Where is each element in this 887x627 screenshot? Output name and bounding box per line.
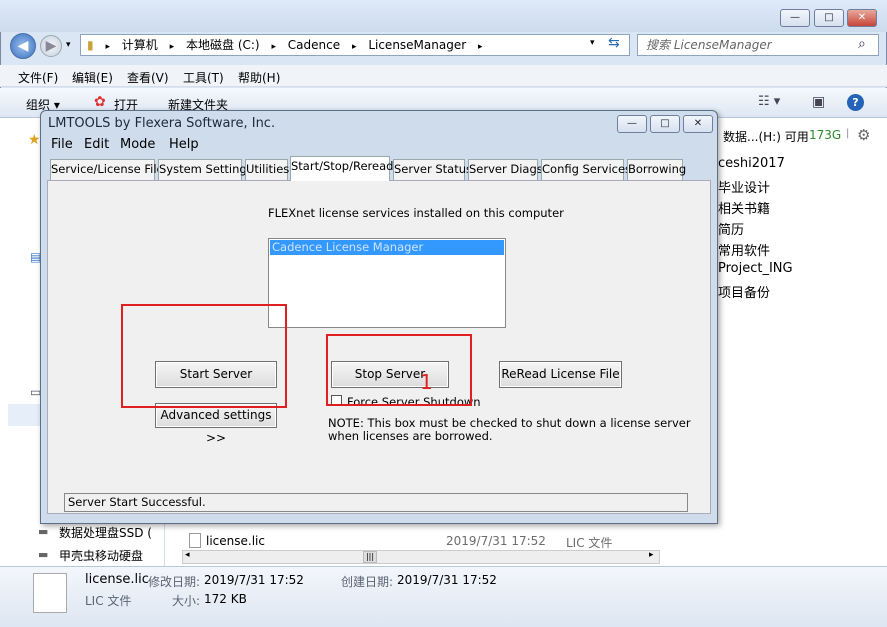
details-created-label: 创建日期: (341, 575, 394, 589)
details-modified-label: 修改日期: (148, 575, 201, 589)
preview-pane-icon[interactable]: ▣ (812, 94, 825, 110)
help-icon[interactable]: ? (847, 94, 864, 111)
nav-item-usb-drive[interactable]: 甲壳虫移动硬盘 (59, 547, 143, 564)
drive-icon: ▬ (38, 548, 49, 561)
search-input[interactable]: 搜索 LicenseManager (637, 34, 879, 56)
lm-menu-mode[interactable]: Mode (120, 137, 155, 152)
tab-start-stop-reread[interactable]: Start/Stop/Reread (290, 156, 393, 181)
breadcrumb-separator-icon[interactable]: ▸ (271, 37, 276, 57)
explorer-titlebar (0, 0, 887, 32)
lmtools-maximize-button[interactable]: □ (650, 115, 680, 133)
address-dropdown-icon[interactable]: ▾ (590, 38, 595, 48)
scroll-right-icon[interactable]: ▸ (649, 550, 654, 560)
folder-item[interactable]: ceshi2017 (718, 156, 785, 171)
menu-file[interactable]: 文件(F) (18, 69, 58, 86)
breadcrumb-local-disk[interactable]: 本地磁盘 (C:) (186, 35, 260, 55)
annotation-box-start (121, 304, 287, 408)
scroll-thumb[interactable]: ||| (363, 551, 377, 563)
address-bar[interactable]: ▮ ▸ 计算机 ▸ 本地磁盘 (C:) ▸ Cadence ▸ LicenseM… (80, 34, 630, 56)
back-icon[interactable]: ◀ (10, 33, 36, 59)
lmtools-title: LMTOOLS by Flexera Software, Inc. (48, 116, 276, 131)
menu-edit[interactable]: 编辑(E) (72, 69, 113, 86)
tab-system-settings[interactable]: System Settings (158, 159, 253, 180)
tab-server-status[interactable]: Server Status (393, 159, 472, 180)
details-size-label: 大小: (172, 594, 201, 608)
maximize-button[interactable]: □ (814, 9, 844, 27)
details-created-value: 2019/7/31 17:52 (397, 573, 497, 587)
lm-menu-edit[interactable]: Edit (84, 137, 109, 152)
tab-config-services[interactable]: Config Services (541, 159, 631, 180)
folder-item[interactable]: 项目备份 (718, 282, 770, 301)
minimize-button[interactable]: — (780, 9, 810, 27)
breadcrumb-separator-icon[interactable]: ▸ (352, 37, 357, 57)
tab-utilities[interactable]: Utilities (245, 159, 289, 180)
folder-item[interactable]: 毕业设计 (718, 177, 770, 196)
gear-icon[interactable]: ⚙ (857, 126, 870, 144)
drive-icon: ▬ (38, 525, 49, 538)
file-row-name[interactable]: license.lic (206, 534, 265, 548)
menu-view[interactable]: 查看(V) (127, 69, 169, 86)
nav-item-ssd[interactable]: 数据处理盘SSD ( (59, 524, 152, 541)
file-large-icon (33, 573, 67, 613)
close-button[interactable]: ✕ (847, 9, 877, 27)
breadcrumb-licensemanager[interactable]: LicenseManager (368, 35, 466, 55)
search-icon[interactable]: ⌕ (858, 36, 866, 52)
tab-service-license-file[interactable]: Service/License File (50, 159, 164, 180)
drive-free-space: 173G (809, 128, 842, 142)
lm-menu-help[interactable]: Help (169, 137, 199, 152)
open-app-icon: ✿ (94, 94, 106, 110)
details-size-value: 172 KB (204, 592, 247, 606)
tab-server-diags[interactable]: Server Diags (468, 159, 543, 180)
file-row-type: LIC 文件 (566, 536, 613, 550)
details-type: LIC 文件 (85, 594, 132, 608)
scroll-left-icon[interactable]: ◂ (185, 550, 190, 560)
lmtools-minimize-button[interactable]: — (617, 115, 647, 133)
status-bar: Server Start Successful. (64, 493, 688, 512)
folder-icon: ▮ (87, 38, 94, 52)
tab-borrowing[interactable]: Borrowing (627, 159, 686, 180)
refresh-icon[interactable]: ⇆ (608, 35, 620, 51)
file-row-date: 2019/7/31 17:52 (446, 534, 546, 548)
annotation-number: 1 (420, 370, 433, 394)
favorites-star-icon[interactable]: ★ (28, 132, 41, 148)
breadcrumb-computer[interactable]: 计算机 (122, 35, 158, 55)
horizontal-scrollbar[interactable]: ◂ ||| ▸ (182, 550, 660, 564)
menu-tools[interactable]: 工具(T) (183, 69, 224, 86)
folder-item[interactable]: Project_ING (718, 261, 793, 276)
folder-item[interactable]: 简历 (718, 219, 744, 238)
annotation-box-stop (326, 334, 472, 406)
lm-menu-file[interactable]: File (51, 137, 73, 152)
drive-label: 数据...(H:) 可用 (723, 130, 809, 144)
reread-license-file-button[interactable]: ReRead License File (499, 361, 622, 388)
breadcrumb-separator-icon[interactable]: ▸ (105, 37, 110, 57)
service-list-item[interactable]: Cadence License Manager (270, 240, 504, 255)
forward-icon[interactable]: ▶ (40, 35, 62, 57)
breadcrumb-separator-icon[interactable]: ▸ (478, 37, 483, 57)
file-icon (189, 533, 201, 548)
view-options-icon[interactable]: ☷ ▾ (758, 94, 780, 109)
menu-help[interactable]: 帮助(H) (238, 69, 280, 86)
breadcrumb-cadence[interactable]: Cadence (288, 35, 340, 55)
note-text-line1: NOTE: This box must be checked to shut d… (328, 416, 691, 430)
divider: | (846, 128, 850, 139)
services-label: FLEXnet license services installed on th… (268, 206, 564, 220)
folder-item[interactable]: 相关书籍 (718, 198, 770, 217)
details-modified-value: 2019/7/31 17:52 (204, 573, 304, 587)
breadcrumb-separator-icon[interactable]: ▸ (170, 37, 175, 57)
note-text-line2: when licenses are borrowed. (328, 429, 493, 443)
lmtools-close-button[interactable]: ✕ (683, 115, 713, 133)
details-filename: license.lic (85, 572, 149, 587)
folder-item[interactable]: 常用软件 (718, 240, 770, 259)
recent-pages-chevron-icon[interactable]: ▾ (66, 40, 71, 50)
